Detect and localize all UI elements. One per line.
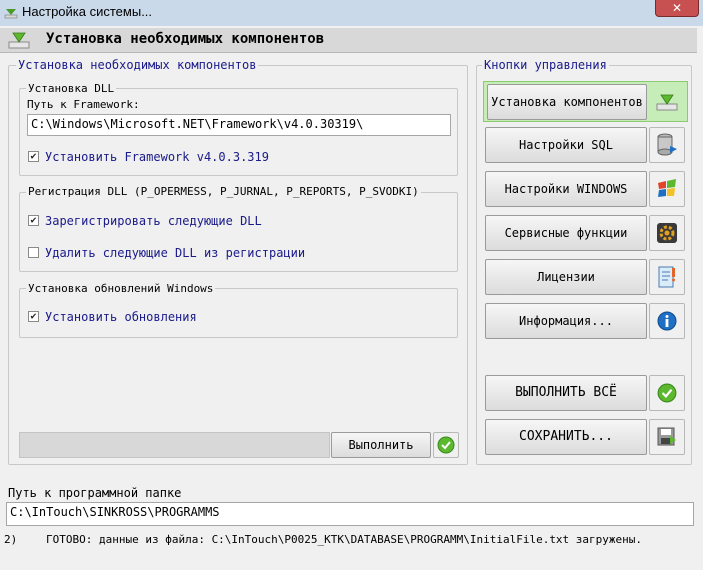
dll-registration-legend: Регистрация DLL (P_OPERMESS, P_JURNAL, P…: [26, 185, 421, 198]
database-icon: [657, 133, 677, 156]
save-icon-box: [649, 419, 685, 455]
windows-settings-button[interactable]: Настройки WINDOWS: [485, 171, 647, 207]
information-button[interactable]: Информация...: [485, 303, 647, 339]
dll-registration-group: [19, 192, 458, 272]
execute-status-icon-box: [433, 432, 459, 458]
progress-bar: [19, 432, 330, 458]
windows-updates-legend: Установка обновлений Windows: [26, 282, 216, 295]
service-functions-icon-box: [649, 215, 685, 251]
service-icon: [657, 223, 677, 243]
program-path-label: Путь к программной папке: [8, 486, 182, 500]
close-button[interactable]: ✕: [655, 0, 699, 17]
install-components-icon-box: [651, 84, 683, 120]
register-dll-checkbox[interactable]: ✔: [28, 215, 39, 226]
program-path-input[interactable]: C:\InTouch\SINKROSS\PROGRAMMS: [6, 502, 694, 526]
information-icon-box: [649, 303, 685, 339]
license-icon: [658, 266, 675, 288]
install-icon: [656, 94, 678, 111]
unregister-dll-label: Удалить следующие DLL из регистрации: [45, 246, 306, 260]
control-buttons-legend: Кнопки управления: [482, 58, 609, 72]
install-framework-checkbox[interactable]: ✔: [28, 151, 39, 162]
status-message: ГОТОВО: данные из файла: C:\InTouch\P002…: [46, 533, 643, 546]
register-dll-label: Зарегистрировать следующие DLL: [45, 214, 262, 228]
save-button[interactable]: СОХРАНИТЬ...: [485, 419, 647, 455]
windows-icon: [658, 179, 676, 197]
service-functions-button[interactable]: Сервисные функции: [485, 215, 647, 251]
licenses-icon-box: [649, 259, 685, 295]
window-titlebar: Настройка системы... ✕: [0, 0, 703, 26]
info-icon: [657, 311, 677, 331]
framework-path-input[interactable]: C:\Windows\Microsoft.NET\Framework\v4.0.…: [27, 114, 451, 136]
install-components-button[interactable]: Установка компонентов: [487, 84, 647, 120]
checkmark-icon: [657, 383, 677, 403]
install-framework-label: Установить Framework v4.0.3.319: [45, 150, 269, 164]
execute-all-icon-box: [649, 375, 685, 411]
components-group-legend: Установка необходимых компонентов: [16, 58, 259, 72]
status-index: 2): [4, 533, 18, 546]
windows-settings-icon-box: [649, 171, 685, 207]
save-icon: [657, 427, 676, 446]
header-bar: Установка необходимых компонентов: [0, 28, 697, 53]
framework-path-label: Путь к Framework:: [27, 98, 140, 111]
licenses-button[interactable]: Лицензии: [485, 259, 647, 295]
unregister-dll-checkbox[interactable]: [28, 247, 39, 258]
install-updates-checkbox[interactable]: ✔: [28, 311, 39, 322]
checkmark-icon: [437, 436, 455, 454]
sql-settings-button[interactable]: Настройки SQL: [485, 127, 647, 163]
install-icon: [8, 32, 30, 49]
app-icon: [4, 9, 18, 19]
install-updates-label: Установить обновления: [45, 310, 197, 324]
window-title: Настройка системы...: [22, 4, 153, 19]
sql-settings-icon-box: [649, 127, 685, 163]
dll-group-legend: Установка DLL: [26, 82, 117, 95]
execute-button[interactable]: Выполнить: [331, 432, 431, 458]
page-title: Установка необходимых компонентов: [46, 31, 325, 47]
execute-all-button[interactable]: ВЫПОЛНИТЬ ВСЁ: [485, 375, 647, 411]
